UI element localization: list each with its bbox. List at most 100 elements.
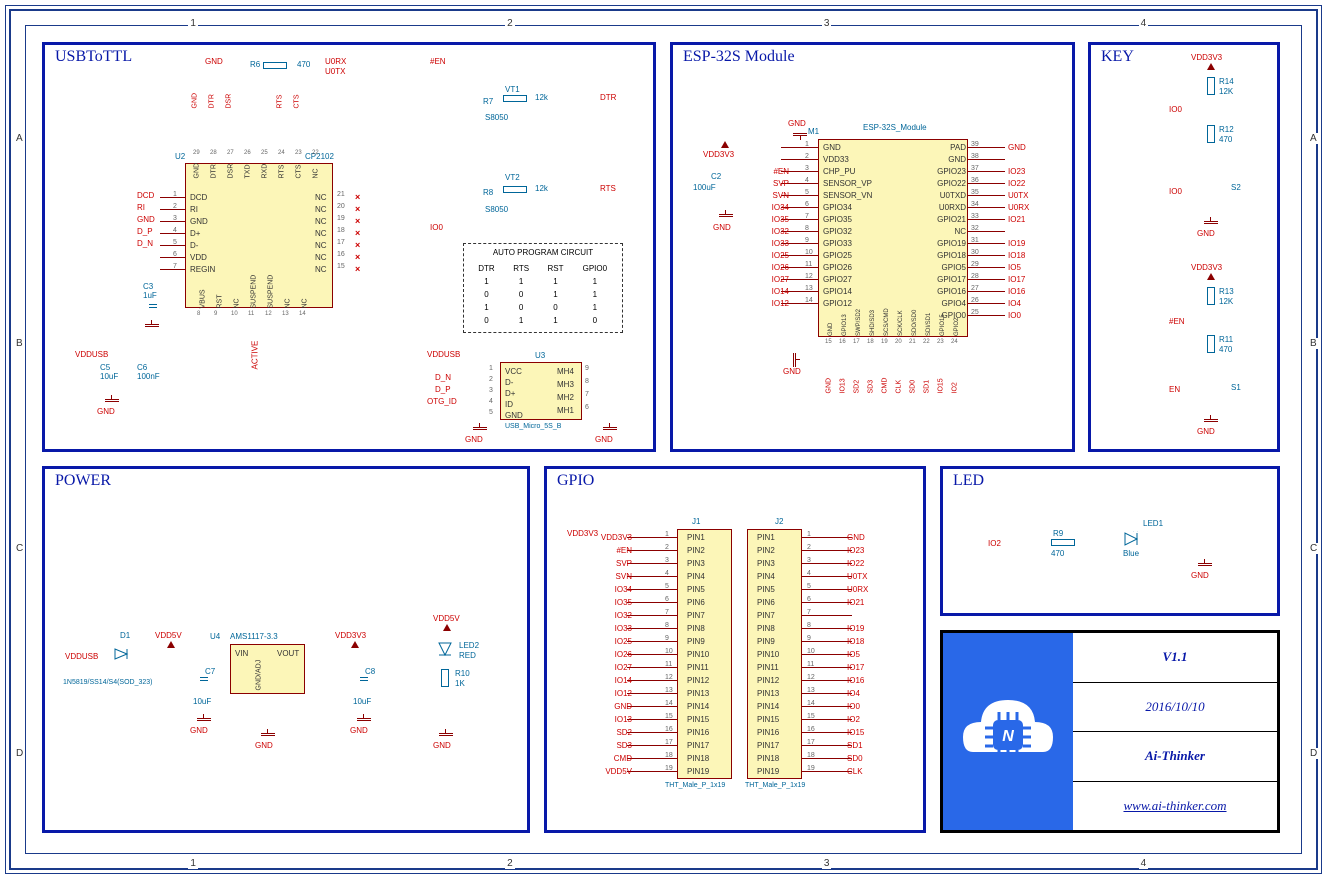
net: IO22 (847, 559, 864, 568)
wire (802, 680, 852, 681)
pin: GPIO19 (928, 239, 966, 248)
pinnum: 6 (585, 404, 589, 411)
grid-col: 2 (505, 858, 515, 869)
net-gnd-l: GND (1191, 571, 1209, 580)
wire (160, 257, 185, 258)
net: IO23 (847, 546, 864, 555)
cap-icon (149, 301, 157, 311)
net: RTS (277, 95, 284, 109)
section-title-usb: USBToTTL (55, 48, 132, 66)
pin: NC (928, 227, 966, 236)
ref-s2: S2 (1231, 183, 1241, 192)
pin: PIN5 (687, 585, 705, 594)
pin-gndadj: GND/ADJ (256, 660, 263, 691)
section-esp: ESP-32S Module M1 ESP-32S_Module VDD3V3 … (670, 42, 1075, 452)
led-icon (1123, 531, 1145, 547)
net: SD0 (910, 380, 917, 394)
pin: PIN10 (757, 650, 779, 659)
pinnum: 21 (337, 191, 345, 198)
pin: RI (190, 205, 198, 214)
pinnum: 21 (909, 339, 916, 345)
tbl-cell: 1 (505, 315, 537, 326)
net: IO22 (1008, 179, 1025, 188)
net: CMD (587, 754, 632, 763)
pinnum: 13 (282, 311, 289, 317)
wire (968, 315, 1005, 316)
pinnum: 22 (923, 339, 930, 345)
pin: PIN12 (687, 676, 709, 685)
val-r9: 470 (1051, 549, 1064, 558)
net-gnd3: GND (97, 407, 115, 416)
pin: VDD (190, 253, 207, 262)
net: IO33 (587, 624, 632, 633)
pin: GPIO2 (954, 318, 960, 336)
net-dp: D_P (137, 227, 153, 236)
net-gnd-u3: GND (465, 435, 483, 444)
pin: PIN15 (757, 715, 779, 724)
wire (802, 732, 852, 733)
part-m1: ESP-32S_Module (863, 123, 927, 132)
net: SVN (587, 572, 632, 581)
tbl-hdr: RST (539, 263, 571, 274)
wire (968, 291, 1005, 292)
pinnum: 18 (867, 339, 874, 345)
wire (968, 183, 1005, 184)
net-gnd: GND (205, 57, 223, 66)
pinnum: 16 (337, 251, 345, 258)
ref-r8: R8 (483, 188, 493, 197)
net: IO21 (847, 598, 864, 607)
wire (968, 255, 1005, 256)
pin: SHD/SD3 (870, 310, 876, 336)
pin: ID (505, 400, 513, 409)
tb-company: Ai-Thinker (1145, 748, 1205, 764)
pin-vout: VOUT (277, 649, 299, 658)
net: #EN (759, 167, 789, 176)
gnd-icon (261, 729, 275, 739)
wire (968, 219, 1005, 220)
pinnum: 15 (825, 339, 832, 345)
pinnum: 19 (337, 215, 345, 222)
pin: DCD (190, 193, 207, 202)
pin: NC (234, 298, 241, 308)
net-vddusb-p: VDDUSB (65, 652, 98, 661)
gnd-icon (719, 210, 733, 220)
ref-c3: C3 (143, 282, 153, 291)
net: IO0 (1008, 311, 1021, 320)
nc-icon: × (355, 192, 360, 202)
ref-r11: R11 (1219, 335, 1233, 344)
ref-r7: R7 (483, 97, 493, 106)
section-title-led: LED (953, 472, 984, 490)
pinnum: 5 (489, 409, 493, 416)
pinnum: 27 (227, 150, 234, 156)
net-gnd-k2: GND (1197, 427, 1215, 436)
net: IO17 (847, 663, 864, 672)
ref-c2: C2 (711, 172, 721, 181)
wire (802, 641, 852, 642)
grid-row: A (1308, 133, 1319, 144)
net: SVN (759, 191, 789, 200)
pin: PIN13 (687, 689, 709, 698)
pinnum: 11 (248, 311, 254, 317)
part-j2: THT_Male_P_1x19 (745, 782, 805, 789)
val-r7: 12k (535, 93, 548, 102)
logo-icon: N (953, 682, 1063, 782)
grid-col: 1 (188, 858, 198, 869)
res-icon (441, 669, 449, 687)
net: #EN (587, 546, 632, 555)
gnd-icon (1204, 217, 1218, 227)
gnd-icon (790, 353, 800, 367)
grid-row: B (1308, 338, 1319, 349)
tb-url[interactable]: www.ai-thinker.com (1123, 798, 1226, 814)
pinnum: 17 (337, 239, 345, 246)
svg-text:N: N (1002, 728, 1014, 745)
net: IO16 (1008, 287, 1025, 296)
pin: GPIO23 (928, 167, 966, 176)
wire (802, 771, 852, 772)
net: U0TX (1008, 191, 1028, 200)
net: IO26 (759, 263, 789, 272)
val-r14: 12K (1219, 87, 1233, 96)
section-power: POWER VDDUSB D1 1N5819/SS14/S4(SOD_323) … (42, 466, 530, 833)
ref-led2: LED2 (459, 641, 479, 650)
pinnum: 12 (265, 311, 272, 317)
gnd-icon (439, 729, 453, 739)
